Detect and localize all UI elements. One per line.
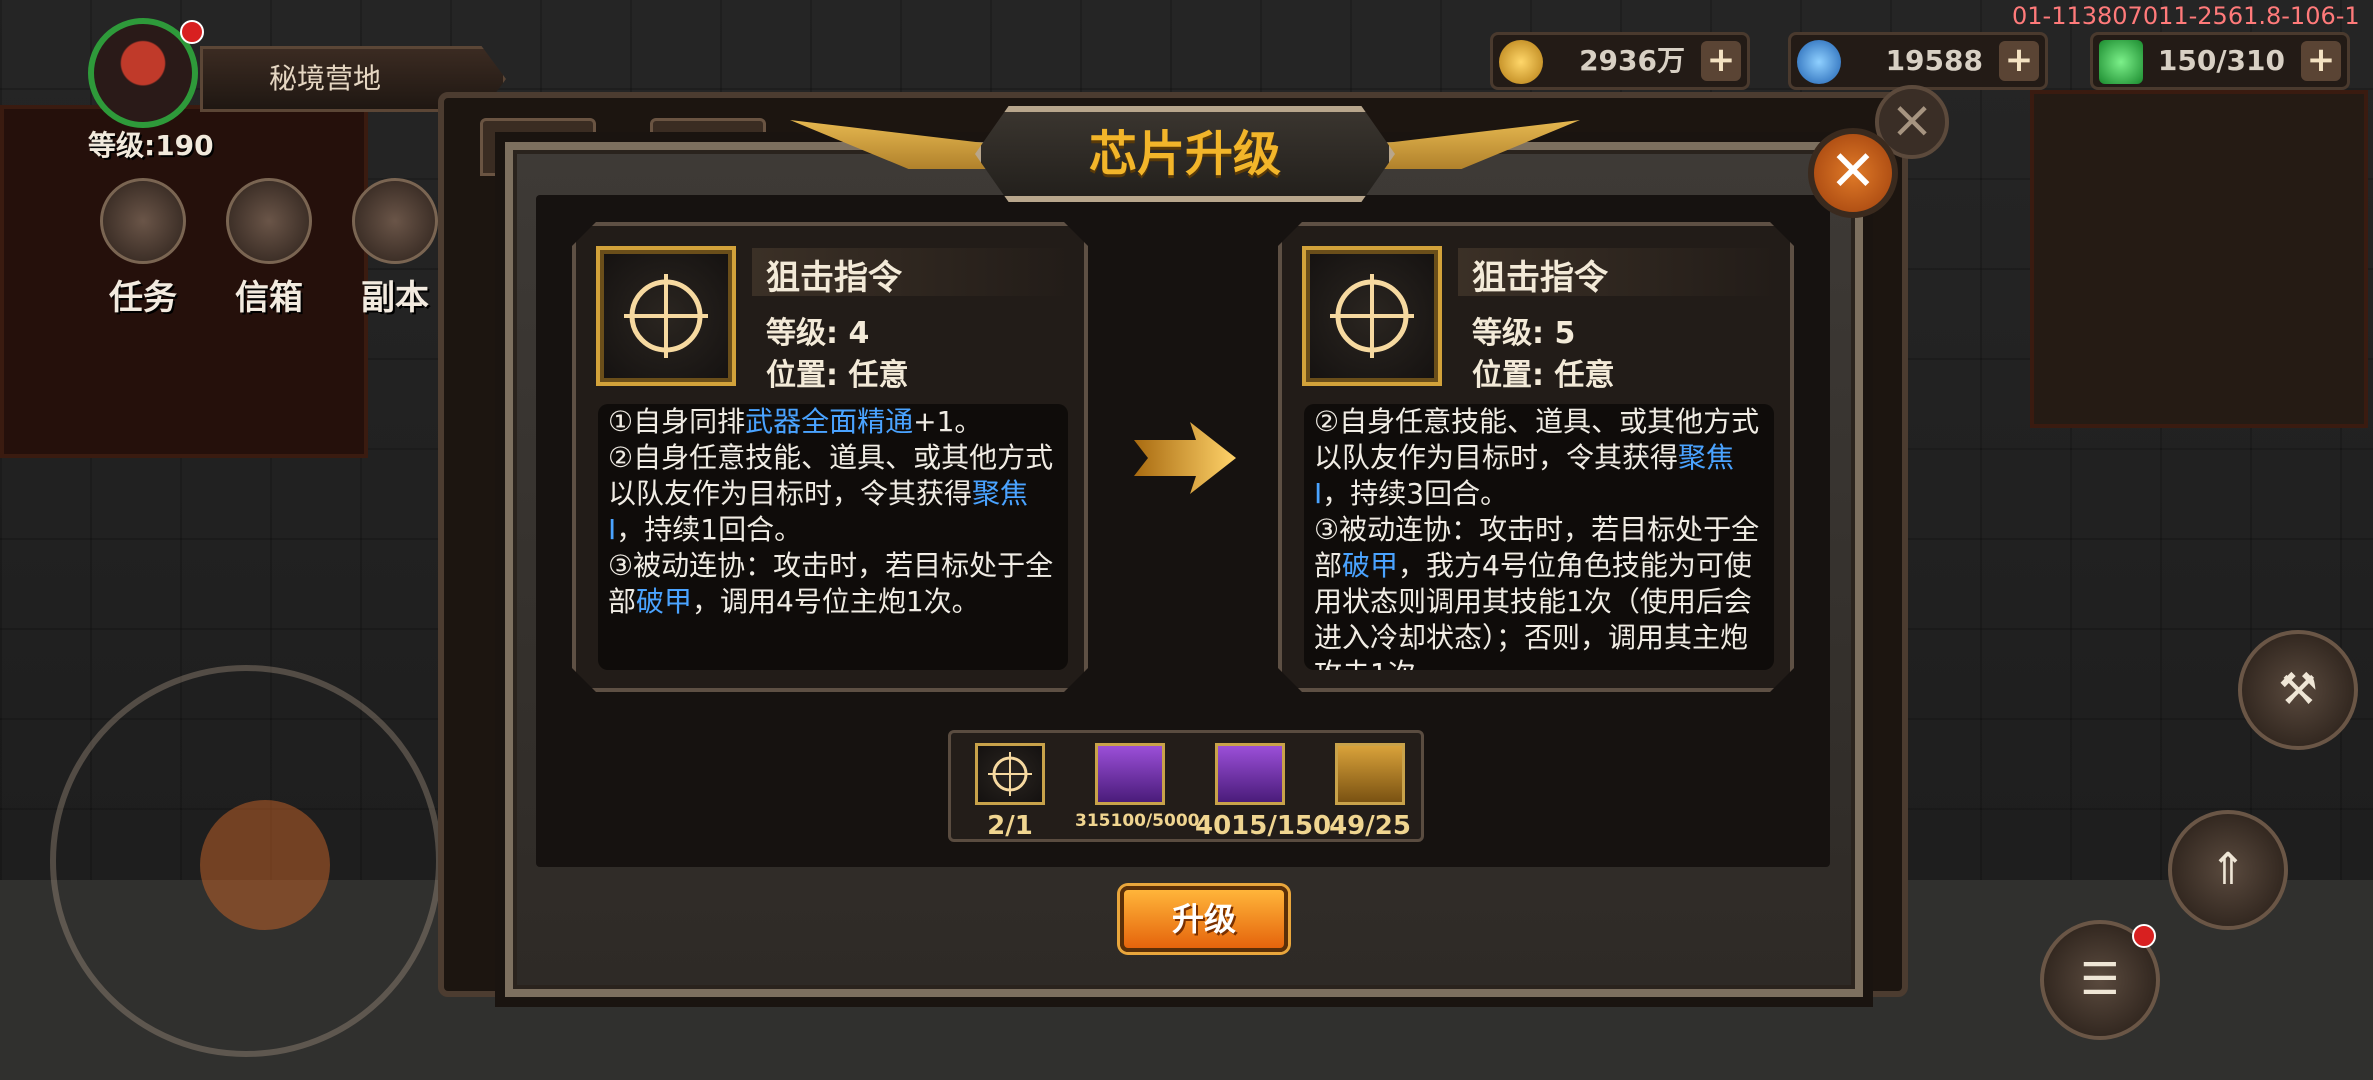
player-level: 等级:190: [88, 129, 214, 162]
notification-dot: [180, 20, 204, 44]
material-count: 2/1: [987, 811, 1033, 841]
stamina-add-button[interactable]: +: [2301, 41, 2341, 81]
chip-name: 狙击指令: [766, 258, 902, 298]
dialog-title: 芯片升级: [975, 106, 1395, 202]
magnifier-gold-icon[interactable]: [1335, 743, 1405, 805]
mailbox-button[interactable]: 信箱: [214, 178, 324, 318]
upgrade-button[interactable]: 升级: [1120, 886, 1288, 952]
description-text: ①自身同排: [608, 405, 746, 438]
description-paragraph: ②自身任意技能、道具、或其他方式以队友作为目标时，令其获得聚焦Ⅰ，持续1回合。: [608, 440, 1058, 548]
diamond-resource: 19588 +: [1788, 32, 2048, 90]
gold-resource: 2936万 +: [1490, 32, 1750, 90]
stamina-resource: 150/310 +: [2090, 32, 2350, 90]
chip-position: 位置: 任意: [766, 358, 909, 393]
description-text: ，调用4号位主炮1次。: [692, 585, 980, 618]
upgrade-materials: 2/1 315100/5000 4015/150 49/25: [948, 730, 1424, 842]
build-version-code: 01-113807011-2561.8-106-1: [2012, 2, 2360, 30]
task-button[interactable]: 任务: [88, 178, 198, 318]
chip-level: 等级: 4: [766, 316, 870, 351]
green-stamina-icon: [2099, 40, 2143, 84]
boost-action-button[interactable]: ⇑: [2168, 810, 2288, 930]
description-paragraph: ②自身任意技能、道具、或其他方式以队友作为目标时，令其获得聚焦Ⅰ，持续3回合。: [1314, 404, 1764, 512]
keyword-highlight: 武器全面精通: [745, 405, 914, 438]
crosshair-icon: [596, 246, 736, 386]
chip-name: 狙击指令: [1472, 258, 1608, 298]
gold-add-button[interactable]: +: [1701, 41, 1741, 81]
crosshair-icon: [1302, 246, 1442, 386]
task-label: 任务: [109, 278, 177, 318]
chip-material-purple-icon-2[interactable]: [1215, 743, 1285, 805]
arrow-right-icon: [1134, 422, 1236, 494]
material-count: 315100/5000: [1075, 811, 1200, 831]
gold-coin-icon: [1499, 40, 1543, 84]
task-icon: [100, 178, 186, 264]
mailbox-label: 信箱: [235, 278, 303, 318]
description-paragraph: ③被动连协：攻击时，若目标处于全部破甲，调用4号位主炮1次。: [608, 548, 1058, 620]
chip-level: 等级: 5: [1472, 316, 1576, 351]
joystick-knob[interactable]: [200, 800, 330, 930]
diamond-add-button[interactable]: +: [1999, 41, 2039, 81]
stamina-amount: 150/310: [2157, 44, 2285, 77]
chip-description[interactable]: ①自身同排武器全面精通+1。 ②自身任意技能、道具、或其他方式以队友作为目标时，令…: [598, 404, 1068, 670]
dungeon-icon: [352, 178, 438, 264]
diamond-amount: 19588: [1885, 44, 1983, 77]
current-chip-card: 狙击指令 等级: 4 位置: 任意 ①自身同排武器全面精通+1。 ②自身任意技能、…: [572, 222, 1088, 692]
dungeon-label: 副本: [361, 278, 429, 318]
dungeon-button[interactable]: 副本: [340, 178, 450, 318]
description-paragraph: ③被动连协：攻击时，若目标处于全部破甲，我方4号位角色技能为可使用状态则调用其技…: [1314, 512, 1764, 670]
material-count: 4015/150: [1195, 811, 1332, 841]
close-button[interactable]: ✕: [1808, 128, 1898, 218]
keyword-highlight: 破甲: [636, 585, 693, 618]
chip-position: 位置: 任意: [1472, 358, 1615, 393]
description-paragraph: ①自身同排武器全面精通+1。: [608, 404, 1058, 440]
build-action-button[interactable]: ⚒: [2238, 630, 2358, 750]
gold-amount: 2936万: [1579, 44, 1685, 77]
next-chip-card: 狙击指令 等级: 5 位置: 任意 ②自身任意技能、道具、或其他方式以队友作为目…: [1278, 222, 1794, 692]
keyword-highlight: 破甲: [1342, 549, 1399, 582]
description-text: +1。: [913, 405, 983, 438]
chip-description[interactable]: ②自身任意技能、道具、或其他方式以队友作为目标时，令其获得聚焦Ⅰ，持续3回合。 ③…: [1304, 404, 1774, 670]
mailbox-icon: [226, 178, 312, 264]
description-text: ，持续1回合。: [616, 513, 803, 546]
material-count: 49/25: [1329, 811, 1411, 841]
chip-crosshair-icon[interactable]: [975, 743, 1045, 805]
chip-material-purple-icon[interactable]: [1095, 743, 1165, 805]
menu-notification-dot: [2132, 924, 2156, 948]
description-text: ，持续3回合。: [1322, 477, 1509, 510]
blue-diamond-icon: [1797, 40, 1841, 84]
